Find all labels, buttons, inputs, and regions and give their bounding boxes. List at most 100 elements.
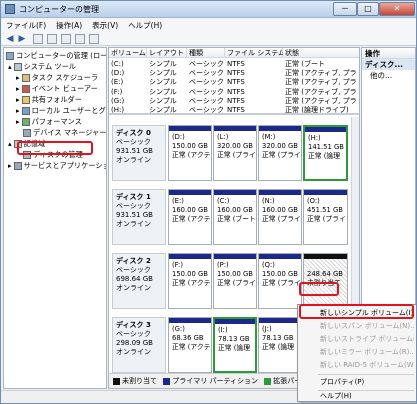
- forward-icon[interactable]: ▶: [17, 34, 27, 44]
- device-icon: [23, 129, 31, 137]
- tools-icon: [13, 63, 22, 71]
- partition-text: 150.00 GB: [217, 270, 253, 278]
- disk-label[interactable]: ディスク 1 ベーシック 931.51 GB オンライン: [112, 189, 166, 245]
- partition[interactable]: (F:) 150.00 GB 正常 (アクテ: [168, 253, 212, 309]
- maximize-button[interactable]: □: [357, 2, 379, 16]
- disk-label[interactable]: ディスク 0 ベーシック 931.51 GB オンライン: [112, 125, 166, 181]
- window-title: コンピューターの管理: [19, 5, 99, 14]
- tree-item-device-manager[interactable]: デバイス マネージャー: [23, 127, 106, 138]
- tree-item-system-tools[interactable]: ▴ システム ツール: [8, 61, 76, 72]
- close-button[interactable]: ✕: [379, 2, 415, 16]
- disk-size: 931.51 GB: [116, 211, 153, 219]
- partition-text: 正常 (ブート: [217, 215, 256, 223]
- menu-properties[interactable]: プロパティ(P): [300, 376, 414, 389]
- tree-item-disk-management[interactable]: ディスクの管理: [23, 149, 83, 160]
- col-type[interactable]: 種類: [187, 48, 225, 58]
- partition[interactable]: (M:) 320.00 GB 正常 (プライ: [258, 125, 302, 181]
- partition-text: (D:): [172, 133, 185, 141]
- partition[interactable]: (N:) 160.00 GB 正常 (プライ: [258, 189, 302, 245]
- tree-item-services-applications[interactable]: ▸サービスとアプリケーション: [8, 160, 106, 171]
- col-filesystem[interactable]: ファイル システム: [225, 48, 285, 58]
- partition-info: (J:) 78.13 GB 正常 (論理: [259, 323, 301, 354]
- properties-icon[interactable]: [47, 34, 57, 44]
- disk-size: 298.09 GB: [116, 339, 153, 347]
- partition-info: (F:) 150.00 GB 正常 (アクテ: [169, 259, 211, 290]
- tree-item-local-users[interactable]: ▸ ローカル ユーザーとグ: [16, 105, 106, 116]
- disk-row: ディスク 2 ベーシック 698.64 GB オンライン (F:) 150.00 GB 正常…: [112, 253, 350, 309]
- users-icon: [21, 107, 30, 115]
- unallocated-partition[interactable]: 248.64 GB 未割り当て: [303, 253, 348, 309]
- volume-cell: ベーシック: [189, 106, 223, 114]
- tree-item-shared-folders[interactable]: ▸ 共有フォルダー: [16, 94, 82, 105]
- partition[interactable]: (E:) 160.00 GB 正常 (アクテ: [168, 189, 212, 245]
- partition[interactable]: (P:) 150.00 GB 正常 (プライ: [213, 253, 257, 309]
- disk-size: 698.64 GB: [116, 275, 153, 283]
- partition-text: 正常 (アクテ: [172, 343, 211, 351]
- partition-text: 正常 (プライ: [262, 215, 301, 223]
- menu-new-simple-volume[interactable]: 新しいシンプル ボリューム(I)...: [300, 307, 414, 320]
- minimize-button[interactable]: －: [333, 2, 357, 16]
- partition-text: (J:): [262, 325, 272, 333]
- actions-more[interactable]: 他の...: [362, 70, 415, 81]
- tree-item-performance[interactable]: ▸ パフォーマンス: [16, 116, 82, 127]
- partition-text: 正常 (論理: [308, 152, 340, 160]
- menu-file[interactable]: ファイル(F): [1, 18, 51, 31]
- partition-text: 320.00 GB: [217, 142, 253, 150]
- disk-label[interactable]: ディスク 2 ベーシック 698.64 GB オンライン: [112, 253, 166, 309]
- partition[interactable]: (Q:) 150.00 GB 正常 (プライ: [258, 253, 302, 309]
- disk-view-icon[interactable]: [75, 34, 85, 44]
- clock-icon: [21, 74, 30, 82]
- menu-new-raid5-volume[interactable]: 新しい RAID-5 ボリューム(W)...: [300, 359, 414, 372]
- partition-info: (E:) 160.00 GB 正常 (アクテ: [169, 195, 211, 226]
- partition[interactable]: (O:) 451.51 GB 正常 (プライ: [303, 189, 348, 245]
- disk-type: ベーシック: [116, 266, 151, 274]
- menu-help[interactable]: ヘルプ(H): [123, 18, 167, 31]
- tree-item-computer-management[interactable]: コンピューターの管理 (ローカ: [6, 50, 106, 61]
- partition-info: (M:) 320.00 GB 正常 (プライ: [259, 131, 301, 162]
- partition-text: 150.00 GB: [172, 270, 208, 278]
- tree-item-task-scheduler[interactable]: ▸ タスク スケジューラ: [16, 72, 98, 83]
- menu-new-spanned-volume[interactable]: 新しいスパン ボリューム(N)...: [300, 320, 414, 333]
- console-tree-icon[interactable]: [33, 34, 43, 44]
- volume-cell: 正常 (論理ドライブ): [285, 106, 349, 114]
- tree-item-storage[interactable]: ▴ 記憶域: [8, 138, 45, 149]
- partition[interactable]: (I:) 78.13 GB 正常 (論理: [213, 317, 257, 373]
- partition-text: (N:): [262, 197, 275, 205]
- menu-view[interactable]: 表示(V): [87, 18, 123, 31]
- partition[interactable]: (L:) 320.00 GB 正常 (プライ: [213, 125, 257, 181]
- back-icon[interactable]: ◀: [5, 34, 15, 44]
- partition-text: 正常 (アクテ: [172, 215, 211, 223]
- volume-cell: (H:): [111, 106, 125, 114]
- partition-text: 正常 (論理: [262, 343, 294, 351]
- computer-icon: [6, 52, 14, 60]
- refresh-icon[interactable]: [89, 34, 99, 44]
- volume-row[interactable]: (H:) シンプル ベーシック NTFS 正常 (論理ドライブ): [109, 105, 359, 114]
- actions-section-disk[interactable]: ディスク...: [362, 59, 415, 70]
- col-volume[interactable]: ボリューム: [109, 48, 147, 58]
- event-icon: [21, 85, 30, 93]
- toolbar: ◀ ▶: [1, 32, 416, 46]
- col-layout[interactable]: レイアウト: [147, 48, 187, 58]
- menu-new-mirrored-volume[interactable]: 新しいミラー ボリューム(R)...: [300, 346, 414, 359]
- partition-text: 正常 (アクテ: [172, 151, 211, 159]
- partition-text: (O:): [307, 197, 320, 205]
- title-bar[interactable]: コンピューターの管理 － □ ✕: [1, 1, 416, 18]
- services-icon: [13, 162, 22, 170]
- menu-help[interactable]: ヘルプ(H): [300, 390, 414, 403]
- legend-swatch-unallocated: [113, 377, 120, 385]
- partition[interactable]: (J:) 78.13 GB 正常 (論理: [258, 317, 302, 373]
- menu-action[interactable]: 操作(A): [51, 18, 87, 31]
- partition[interactable]: (C:) 160.00 GB 正常 (ブート: [213, 189, 257, 245]
- partition-text: 160.00 GB: [217, 206, 253, 214]
- disk-label[interactable]: ディスク 3 ベーシック 298.09 GB オンライン: [112, 317, 166, 373]
- tree-item-event-viewer[interactable]: ▸ イベント ビューアー: [16, 83, 98, 94]
- partition[interactable]: (D:) 150.00 GB 正常 (アクテ: [168, 125, 212, 181]
- col-status[interactable]: 状態: [283, 48, 359, 58]
- partition-text: 248.64 GB: [307, 270, 343, 278]
- help-icon[interactable]: [61, 34, 71, 44]
- menu-new-striped-volume[interactable]: 新しいストライプ ボリューム(T)...: [300, 333, 414, 346]
- partition[interactable]: (G:) 68.36 GB 正常 (アクテ: [168, 317, 212, 373]
- partition[interactable]: (H:) 141.51 GB 正常 (論理: [303, 125, 348, 181]
- partition-text: 正常 (プライ: [217, 279, 256, 287]
- legend-unallocated: 未割り当て: [122, 377, 157, 385]
